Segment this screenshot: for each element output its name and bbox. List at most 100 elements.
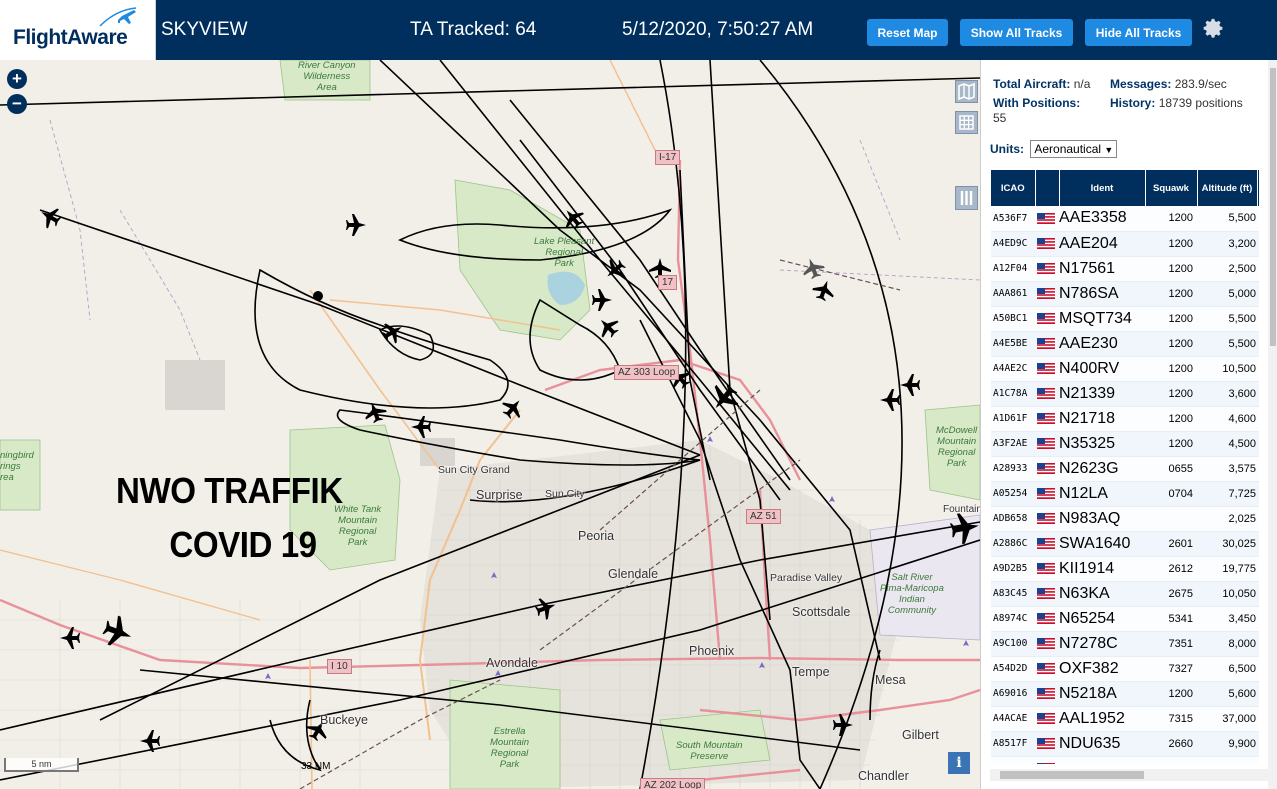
table-row[interactable]: A3F2AE N3532512004,500▼ <box>991 431 1259 457</box>
city-label-buckeye: Buckeye <box>320 713 368 727</box>
info-button[interactable]: i <box>948 752 970 774</box>
map-layers-button[interactable] <box>955 80 978 103</box>
table-row[interactable]: A1D61F N21718 1200 4,600 <box>991 406 1259 432</box>
icao-cell: A50BC1 <box>991 306 1035 332</box>
ident-cell <box>1059 756 1145 764</box>
aircraft-sidebar: Total Aircraft: n/a Messages: 283.9/sec … <box>980 60 1277 789</box>
park-label-mcdowell: McDowell Mountain Regional Park <box>936 425 978 469</box>
ident-cell: N21339 <box>1059 381 1145 407</box>
flag-cell <box>1035 431 1059 457</box>
squawk-cell: 2601 <box>1145 531 1197 557</box>
squawk-cell: 1200 <box>1145 256 1197 282</box>
table-row[interactable]: A4ACAE AAL1952 7315 37,000 <box>991 706 1259 732</box>
altitude-trend-icon: ▼ <box>1257 381 1259 407</box>
park-label-wilderness: River Canyon Wilderness Area <box>298 60 356 93</box>
ident-cell: MSQT734 <box>1059 306 1145 332</box>
us-flag-icon <box>1037 238 1055 249</box>
us-flag-icon <box>1037 388 1055 399</box>
table-row[interactable]: ADB658 N983AQ 2,025▲ <box>991 506 1259 532</box>
table-header-row: ICAO Ident Squawk Altitude (ft) Sp <box>991 170 1259 206</box>
table-row[interactable]: A12F04 N17561 1200 2,500 <box>991 256 1259 282</box>
total-aircraft-stat: Total Aircraft: n/a <box>993 77 1090 92</box>
city-label-tempe: Tempe <box>792 665 830 679</box>
table-row[interactable]: A1C78A N2133912003,600▼ <box>991 381 1259 407</box>
hide-all-tracks-button[interactable]: Hide All Tracks <box>1085 19 1192 46</box>
table-row[interactable]: A05254 N12LA07047,725▲ <box>991 481 1259 507</box>
ident-cell: N12LA <box>1059 481 1145 507</box>
column-header-icao[interactable]: ICAO <box>991 170 1036 206</box>
table-row[interactable]: A9D2B5 KII1914261219,775▲ <box>991 556 1259 582</box>
icao-cell: A1D61F <box>991 406 1035 432</box>
zoom-in-button[interactable]: + <box>7 69 27 89</box>
flag-cell <box>1035 631 1059 657</box>
flightaware-logo[interactable]: FlightAware <box>0 0 156 60</box>
table-row[interactable]: A8517F NDU635 2660 9,900 <box>991 731 1259 757</box>
gear-icon[interactable] <box>1202 17 1226 41</box>
altitude-trend-icon <box>1257 581 1259 607</box>
scale-bar: 5 nm <box>4 758 79 772</box>
altitude-cell: 2,500 <box>1197 256 1257 282</box>
altitude-trend-icon <box>1257 456 1259 482</box>
city-label-fountain: Fountain <box>943 504 980 515</box>
table-row[interactable]: A69016 N5218A 1200 5,600 <box>991 681 1259 707</box>
total-aircraft-label: Total Aircraft: <box>993 77 1071 91</box>
us-flag-icon <box>1037 563 1055 574</box>
logo-text: FlightAware <box>13 26 128 49</box>
icao-cell: A05254 <box>991 481 1035 507</box>
altitude-cell: 3,600 <box>1197 381 1257 407</box>
us-flag-icon <box>1037 363 1055 374</box>
table-row[interactable]: A536F7 AAE335812005,500▲ <box>991 206 1259 232</box>
column-header-altitude[interactable]: Altitude (ft) <box>1197 170 1258 206</box>
aircraft <box>607 259 626 278</box>
table-row[interactable]: A83C45 N63KA 2675 10,050 <box>991 581 1259 607</box>
table-row[interactable]: A4E5BE AAE23012005,500▲ <box>991 331 1259 357</box>
columns-icon <box>960 191 973 205</box>
city-label-chandler: Chandler <box>858 769 909 783</box>
ident-cell: N983AQ <box>1059 506 1145 532</box>
horizontal-scrollbar-thumb[interactable] <box>1000 771 1144 779</box>
units-select[interactable]: Aeronautical ▼ <box>1030 140 1118 158</box>
range-rings-button[interactable] <box>955 111 978 134</box>
grid-icon <box>959 115 974 130</box>
aircraft <box>812 280 834 302</box>
table-row[interactable]: A50BC1 MSQT73412005,500▼ <box>991 306 1259 332</box>
aircraft-table-container[interactable]: ICAO Ident Squawk Altitude (ft) Sp A536F… <box>991 170 1259 764</box>
altitude-trend-icon <box>1257 256 1259 282</box>
column-header-speed[interactable]: Sp <box>1257 170 1259 206</box>
table-row[interactable]: A9C100 N7278C73518,000▲ <box>991 631 1259 657</box>
column-header-squawk[interactable]: Squawk <box>1145 170 1198 206</box>
vertical-scrollbar-thumb[interactable] <box>1270 68 1276 346</box>
table-row[interactable]: A54D2D OXF382 7327 6,500 <box>991 656 1259 682</box>
city-label-mesa: Mesa <box>875 673 906 687</box>
table-row[interactable]: A4AE2C N400RV 1200 10,500 <box>991 356 1259 382</box>
map-icon <box>958 82 975 101</box>
zoom-out-button[interactable]: − <box>7 94 27 114</box>
altitude-trend-icon: ▼ <box>1257 431 1259 457</box>
squawk-cell <box>1145 506 1197 532</box>
table-row[interactable]: A28933 N2623G 0655 3,575 <box>991 456 1259 482</box>
aircraft <box>900 374 920 396</box>
flag-cell <box>1035 656 1059 682</box>
table-row[interactable]: A2886C SWA1640260130,025▲ <box>991 531 1259 557</box>
squawk-cell: 1200 <box>1145 231 1197 257</box>
table-row[interactable]: A4ED9C AAE20412003,200▼ <box>991 231 1259 257</box>
show-all-tracks-button[interactable]: Show All Tracks <box>960 19 1073 46</box>
map-view[interactable]: River Canyon Wilderness Area Lake Pleasa… <box>0 60 980 789</box>
us-flag-icon <box>1037 288 1055 299</box>
altitude-trend-icon: ▲ <box>1257 506 1259 532</box>
squawk-cell: 1200 <box>1145 406 1197 432</box>
flag-cell <box>1035 706 1059 732</box>
table-row[interactable]: AAA861 N786SA12005,000▼ <box>991 281 1259 307</box>
column-header-ident[interactable]: Ident <box>1059 170 1146 206</box>
table-row[interactable]: ADBA0E 4,975 <box>991 756 1259 764</box>
icao-cell: ADB658 <box>991 506 1035 532</box>
reset-map-button[interactable]: Reset Map <box>867 19 948 46</box>
altitude-cell: 5,500 <box>1197 306 1257 332</box>
column-header-flag[interactable] <box>1035 170 1060 206</box>
ident-cell: N21718 <box>1059 406 1145 432</box>
toggle-sidebar-button[interactable] <box>955 186 978 210</box>
map-canvas[interactable] <box>0 60 980 789</box>
table-row[interactable]: A8974C N6525453413,450▲ <box>991 606 1259 632</box>
icao-cell: A8974C <box>991 606 1035 632</box>
squawk-cell: 1200 <box>1145 381 1197 407</box>
